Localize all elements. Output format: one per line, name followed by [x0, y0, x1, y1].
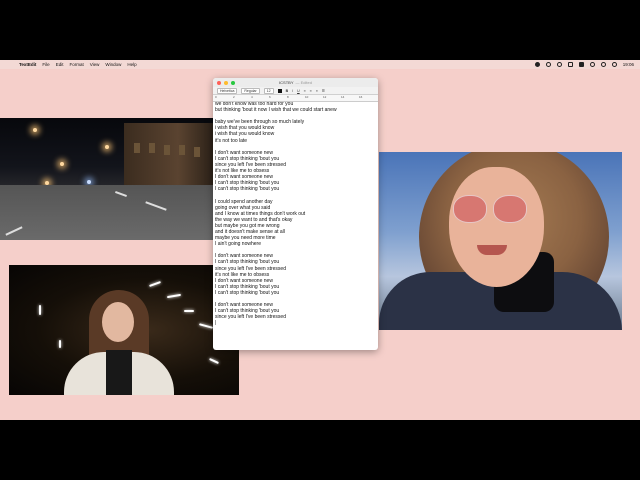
woman-in-tunnel: [64, 290, 174, 395]
video-selfie: [379, 152, 622, 330]
control-center-icon[interactable]: [611, 62, 617, 67]
menu-clock[interactable]: 19:06: [623, 62, 634, 67]
ruler-tick: 8: [287, 95, 289, 99]
car-headlight: [87, 180, 91, 184]
menu-format[interactable]: Format: [69, 62, 83, 67]
align-right-icon[interactable]: ≡: [316, 89, 318, 93]
street-road: [0, 185, 214, 240]
battery-icon[interactable]: [578, 62, 584, 67]
ruler-tick: 6: [269, 95, 271, 99]
format-toolbar: Helvetica Regular 12 B I U ≡ ≡ ≡ ☰: [213, 87, 378, 95]
align-left-icon[interactable]: ≡: [304, 89, 306, 93]
sync-icon[interactable]: [556, 62, 562, 67]
menu-bar: TextEdit File Edit Format View Window He…: [0, 60, 640, 69]
face: [449, 167, 544, 287]
street-building: [124, 123, 214, 193]
lane-marking: [115, 191, 127, 197]
record-icon[interactable]: [534, 62, 540, 67]
tunnel-light: [184, 310, 194, 312]
street-lamp: [105, 145, 109, 149]
lane-marking: [145, 201, 167, 211]
building-window: [194, 147, 200, 157]
video-street-night: [0, 118, 214, 240]
status-area: 19:06: [534, 60, 634, 69]
video-tunnel-portrait: [9, 265, 239, 395]
document-title: ICSTBY: [279, 80, 294, 85]
black-shirt: [106, 350, 132, 395]
sunglasses-lens-left: [453, 195, 487, 223]
text-line: |: [215, 320, 217, 327]
smile: [477, 245, 507, 255]
lane-marking: [5, 226, 23, 236]
edited-indicator: — Edited: [295, 80, 312, 85]
list-icon[interactable]: ☰: [322, 89, 325, 93]
tunnel-light: [209, 357, 219, 365]
menu-app-name[interactable]: TextEdit: [19, 62, 36, 67]
ruler-tick: 12: [323, 95, 327, 99]
ruler-tick: 10: [305, 95, 309, 99]
text-color-swatch[interactable]: [277, 88, 282, 93]
building-window: [134, 143, 140, 153]
tunnel-light: [39, 305, 41, 315]
underline-button[interactable]: U: [297, 89, 300, 93]
textedit-window[interactable]: ICSTBY — Edited Helvetica Regular 12 B I …: [213, 78, 378, 350]
menu-view[interactable]: View: [90, 62, 100, 67]
sunglasses-lens-right: [493, 195, 527, 223]
ruler-tick: 4: [251, 95, 253, 99]
tunnel-light: [149, 281, 161, 287]
menu-edit[interactable]: Edit: [56, 62, 64, 67]
ruler-tick: 2: [233, 95, 235, 99]
document-text-area[interactable]: we don't know was too hard for you but th…: [213, 99, 378, 339]
align-center-icon[interactable]: ≡: [310, 89, 312, 93]
spotlight-search-icon[interactable]: [600, 62, 606, 67]
bold-button[interactable]: B: [286, 89, 289, 93]
street-lamp: [33, 128, 37, 132]
ruler-tick: 14: [341, 95, 345, 99]
menu-help[interactable]: Help: [127, 62, 136, 67]
menu-window[interactable]: Window: [105, 62, 121, 67]
title-bar[interactable]: ICSTBY — Edited: [213, 78, 378, 87]
desktop: TextEdit File Edit Format View Window He…: [0, 60, 640, 420]
font-family-select[interactable]: Helvetica: [217, 87, 238, 94]
font-size-select[interactable]: 12: [263, 87, 274, 94]
menu-file[interactable]: File: [42, 62, 49, 67]
building-window: [179, 145, 185, 155]
window-title: ICSTBY — Edited: [213, 80, 378, 85]
tunnel-light: [59, 340, 61, 348]
italic-button[interactable]: I: [292, 89, 293, 93]
font-style-select[interactable]: Regular: [241, 87, 260, 94]
ruler-tick: 0: [215, 95, 217, 99]
face: [102, 302, 134, 342]
bluetooth-icon[interactable]: [567, 62, 573, 67]
wifi-icon[interactable]: [589, 62, 595, 67]
tunnel-light: [198, 323, 214, 329]
building-window: [149, 143, 155, 153]
street-lamp: [60, 162, 64, 166]
building-window: [164, 145, 170, 155]
ruler[interactable]: 0 2 4 6 8 10 12 14 16: [213, 95, 378, 102]
ruler-tick: 16: [359, 95, 363, 99]
screen-share-icon[interactable]: [545, 62, 551, 67]
